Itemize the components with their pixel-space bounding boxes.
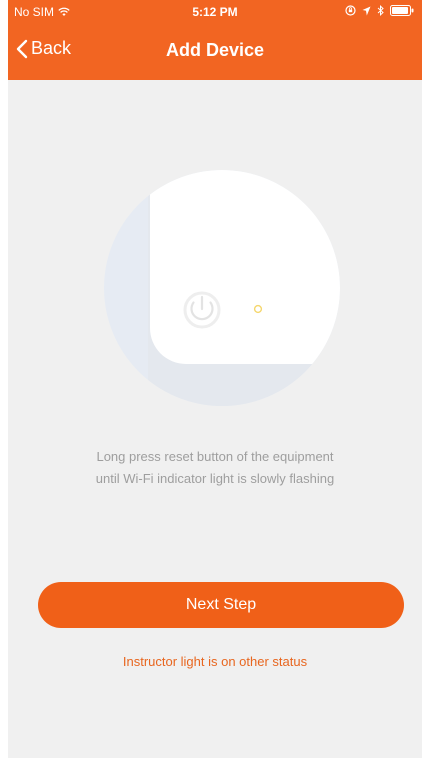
instruction-line-1: Long press reset button of the equipment <box>96 449 334 464</box>
status-right <box>345 5 414 16</box>
status-bar: No SIM 5:12 PM <box>8 0 422 24</box>
instruction-line-2: until Wi-Fi indicator light is slowly fl… <box>95 471 335 486</box>
other-status-link[interactable]: Instructor light is on other status <box>8 654 422 669</box>
location-arrow-icon <box>362 6 371 15</box>
navigation-bar: Back Add Device <box>8 24 422 80</box>
instruction-text: Long press reset button of the equipment… <box>28 446 402 490</box>
next-step-button[interactable]: Next Step <box>38 582 404 628</box>
device-reset-illustration <box>104 170 340 406</box>
orientation-lock-icon <box>345 5 356 16</box>
add-device-screen: No SIM 5:12 PM Back Add Device Long pres… <box>8 0 422 758</box>
battery-icon <box>390 5 414 16</box>
bluetooth-icon <box>377 5 384 16</box>
page-title: Add Device <box>165 40 265 60</box>
